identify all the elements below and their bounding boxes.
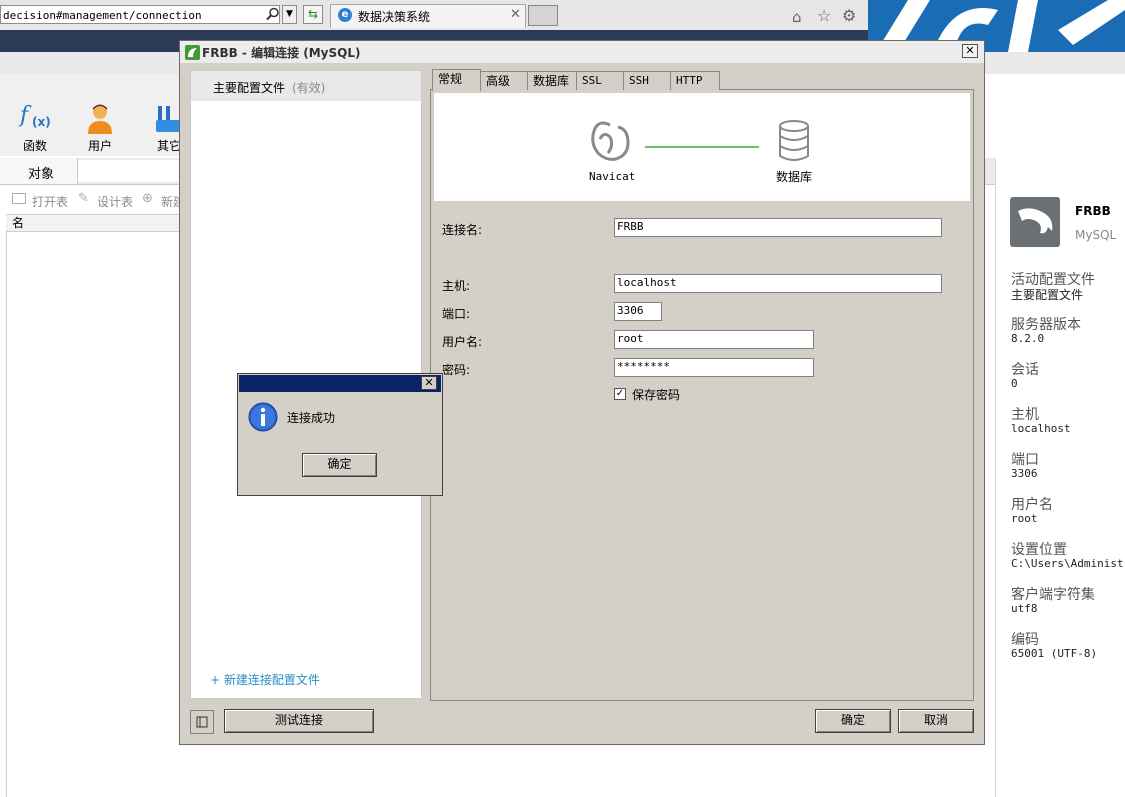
info-icon [248, 402, 278, 432]
tab-general[interactable]: 常规 [432, 69, 481, 91]
port-field[interactable]: 3306 [614, 302, 662, 321]
profile-status: (有效) [292, 81, 326, 95]
tab-objects-label: 对象 [28, 167, 55, 182]
test-connection-button[interactable]: 测试连接 [224, 709, 374, 733]
toolbar-user-label[interactable]: 用户 [88, 137, 112, 154]
info-value: root [1011, 512, 1038, 525]
home-icon[interactable]: ⌂ [792, 8, 802, 26]
host-label: 主机: [442, 279, 471, 293]
folder-icon [12, 193, 26, 204]
toolbar-function-label[interactable]: 函数 [23, 137, 47, 154]
info-label: 设置位置 [1011, 542, 1067, 558]
function-icon-suffix: (x) [32, 115, 51, 129]
tab-databases[interactable]: 数据库 [527, 71, 577, 90]
connection-line [645, 146, 759, 148]
host-field[interactable]: localhost [614, 274, 942, 293]
info-label: 端口 [1011, 452, 1039, 468]
open-table-button[interactable]: 打开表 [32, 193, 68, 210]
info-value: 主要配置文件 [1011, 288, 1084, 302]
save-password-checkbox[interactable]: ✓ [614, 388, 626, 400]
message-box-titlebar[interactable] [239, 375, 441, 392]
close-icon[interactable]: ✕ [510, 7, 521, 22]
profile-name: 主要配置文件 [213, 81, 286, 95]
mysql-dolphin-icon [1010, 197, 1060, 247]
diagram-database-label: 数据库 [776, 170, 813, 184]
table-header [6, 214, 180, 232]
new-profile-link[interactable]: + 新建连接配置文件 [210, 671, 320, 688]
column-header-name[interactable]: 名 [12, 214, 24, 231]
chevron-down-icon[interactable]: ▼ [282, 5, 297, 24]
info-label: 编码 [1011, 632, 1039, 648]
cancel-button[interactable]: 取消 [898, 709, 974, 733]
close-icon[interactable]: ✕ [962, 44, 978, 58]
user-icon[interactable] [88, 104, 112, 134]
pencil-icon: ✎ [78, 191, 89, 206]
port-label: 端口: [442, 307, 471, 321]
objects-search-input[interactable] [78, 160, 188, 182]
navicat-logo-icon [588, 121, 632, 163]
address-bar[interactable]: decision#management/connection [0, 5, 280, 24]
message-text: 连接成功 [287, 411, 336, 425]
divider [6, 230, 7, 797]
design-table-button[interactable]: 设计表 [97, 193, 133, 210]
dialog-title: FRBB - 编辑连接 (MySQL) [202, 46, 361, 60]
save-password-label: 保存密码 [632, 388, 681, 402]
diagram-navicat-label: Navicat [589, 170, 636, 183]
info-label: 客户端字符集 [1011, 587, 1095, 603]
tab-title: 数据决策系统 [358, 10, 431, 24]
plus-circle-icon: ⊕ [142, 191, 153, 206]
star-icon[interactable]: ☆ [817, 6, 831, 25]
refresh-icon[interactable]: ⇆ [303, 5, 323, 24]
database-icon [778, 120, 810, 162]
info-value: 0 [1011, 377, 1018, 390]
message-ok-button[interactable]: 确定 [302, 453, 377, 477]
username-field[interactable]: root [614, 330, 814, 349]
password-field[interactable]: ******** [614, 358, 814, 377]
new-tab-button[interactable] [528, 5, 558, 26]
info-value: 8.2.0 [1011, 332, 1045, 345]
tab-ssh[interactable]: SSH [623, 71, 671, 90]
conn-name-label: 连接名: [442, 223, 483, 237]
info-label: 用户名 [1011, 497, 1053, 513]
tools-icon[interactable] [156, 106, 180, 132]
info-label: 会话 [1011, 362, 1039, 378]
object-toolbar [0, 188, 180, 212]
ie-icon: e [338, 8, 352, 22]
tab-http[interactable]: HTTP [670, 71, 720, 90]
search-icon[interactable] [266, 7, 280, 21]
info-value: utf8 [1011, 602, 1038, 615]
toggle-panel-button[interactable] [190, 710, 214, 734]
connection-name: FRBB [1075, 204, 1111, 218]
ok-button[interactable]: 确定 [815, 709, 891, 733]
navicat-icon [185, 45, 200, 60]
function-icon[interactable]: f [20, 103, 28, 128]
info-value: C:\Users\Administra [1011, 557, 1125, 570]
info-value: 3306 [1011, 467, 1038, 480]
conn-name-field[interactable]: FRBB [614, 218, 942, 237]
toolbar-other-label[interactable]: 其它 [157, 137, 181, 154]
tab-ssl[interactable]: SSL [576, 71, 624, 90]
info-value: 65001 (UTF-8) [1011, 647, 1098, 660]
info-value: localhost [1011, 422, 1071, 435]
info-label: 主机 [1011, 407, 1039, 423]
tab-advanced[interactable]: 高级 [480, 71, 528, 90]
close-icon[interactable]: ✕ [421, 376, 437, 390]
username-label: 用户名: [442, 335, 483, 349]
info-label: 服务器版本 [1011, 317, 1081, 333]
password-label: 密码: [442, 363, 471, 377]
gear-icon[interactable]: ⚙ [842, 6, 856, 25]
connection-type: MySQL [1075, 228, 1117, 242]
